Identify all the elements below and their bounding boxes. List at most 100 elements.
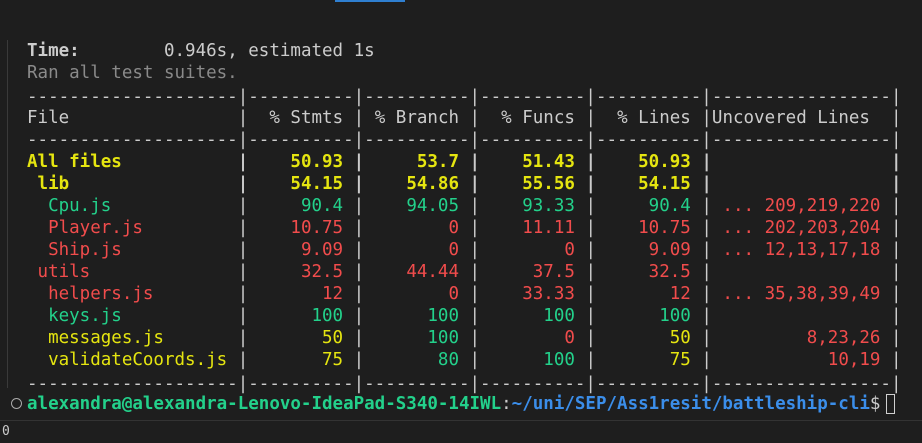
- header-stmts: | % Stmts | % Branch | % Funcs | % Lines…: [69, 108, 902, 128]
- cell-separator: |: [237, 218, 249, 238]
- status-bar: 0: [0, 420, 922, 443]
- cell-separator: |: [891, 306, 902, 326]
- row-uncovered: [712, 306, 891, 326]
- row-branch: 0: [364, 284, 470, 304]
- row-stmts: 75: [248, 350, 354, 370]
- cell-separator: |: [353, 196, 365, 216]
- table-row: lib | 54.15 | 54.86 | 55.56 | 54.15 | |: [27, 173, 902, 195]
- row-file-name: keys.js: [27, 306, 238, 326]
- row-stmts: 90.4: [248, 196, 354, 216]
- row-file-name: lib: [27, 174, 238, 194]
- cell-separator: |: [891, 284, 902, 304]
- cell-separator: |: [237, 174, 249, 194]
- cell-separator: |: [237, 196, 249, 216]
- row-lines: 75: [595, 350, 702, 370]
- cell-separator: |: [353, 284, 365, 304]
- cell-separator: |: [891, 262, 902, 282]
- row-stmts: 10.75: [248, 218, 354, 238]
- row-file-name: helpers.js: [27, 284, 238, 304]
- time-value: 0.946s, estimated 1s: [163, 41, 375, 61]
- header-sep: |: [353, 108, 365, 128]
- row-uncovered: ... 202,203,204: [711, 218, 892, 238]
- row-stmts: 50.93: [248, 152, 354, 172]
- table-separator-bottom: --------------------|----------|--------…: [27, 374, 902, 394]
- cell-separator: |: [469, 350, 481, 370]
- cell-separator: |: [891, 240, 902, 260]
- header-branch: % Branch: [364, 108, 470, 128]
- command-status-circle-icon: [11, 398, 22, 409]
- row-stmts: 12: [248, 284, 354, 304]
- table-row: validateCoords.js | 75 | 80 | 100 | 75 |…: [27, 349, 902, 371]
- header-uncovered: Uncovered Lines: [711, 108, 892, 128]
- row-file-name: Player.js: [27, 218, 238, 238]
- terminal-cursor: [886, 394, 896, 414]
- row-lines: 90.4: [595, 196, 702, 216]
- cell-separator: |: [891, 350, 902, 370]
- cell-separator: |: [469, 174, 481, 194]
- table-row: messages.js | 50 | 100 | 0 | 50 | 8,23,2…: [27, 327, 902, 349]
- cell-separator: |: [237, 284, 249, 304]
- cell-separator: |: [585, 240, 596, 260]
- row-branch: 0: [364, 218, 470, 238]
- table-separator-header: --------------------|----------|--------…: [27, 130, 902, 150]
- row-funcs: 0: [480, 328, 586, 348]
- row-branch: 94.05: [364, 196, 470, 216]
- header-file: File: [27, 108, 70, 128]
- row-uncovered: [712, 152, 891, 172]
- row-lines: 32.5: [595, 262, 702, 282]
- prompt-user-host: alexandra@alexandra-Lenovo-IdeaPad-S340-…: [27, 394, 502, 414]
- cell-separator: |: [469, 240, 481, 260]
- row-stmts: 9.09: [248, 240, 354, 260]
- row-uncovered: [712, 174, 891, 194]
- cell-separator: |: [353, 262, 365, 282]
- cell-separator: |: [585, 196, 596, 216]
- table-row: Player.js | 10.75 | 0 | 11.11 | 10.75 | …: [27, 217, 902, 239]
- row-branch: 54.86: [364, 174, 470, 194]
- row-file-name: Ship.js: [27, 240, 238, 260]
- shell-prompt[interactable]: alexandra@alexandra-Lenovo-IdeaPad-S340-…: [27, 393, 896, 415]
- row-lines: 50: [595, 328, 702, 348]
- cell-separator: |: [585, 218, 596, 238]
- table-row: All files | 50.93 | 53.7 | 51.43 | 50.93…: [27, 151, 902, 173]
- row-branch: 53.7: [364, 152, 470, 172]
- row-file-name: Cpu.js: [27, 196, 238, 216]
- row-stmts: 32.5: [248, 262, 354, 282]
- cell-separator: |: [353, 306, 365, 326]
- row-stmts: 100: [248, 306, 354, 326]
- cell-separator: |: [891, 196, 902, 216]
- cell-separator: |: [891, 152, 902, 172]
- cell-separator: |: [585, 306, 596, 326]
- cell-separator: |: [585, 262, 596, 282]
- row-uncovered: 8,23,26: [711, 328, 892, 348]
- header-sep: |: [585, 108, 596, 128]
- cell-separator: |: [701, 174, 712, 194]
- row-file-name: utils: [27, 262, 238, 282]
- row-lines: 12: [595, 284, 702, 304]
- row-funcs: 93.33: [480, 196, 586, 216]
- cell-separator: |: [353, 350, 365, 370]
- cell-separator: |: [585, 328, 596, 348]
- row-lines: 50.93: [595, 152, 702, 172]
- row-branch: 0: [364, 240, 470, 260]
- table-row: Ship.js | 9.09 | 0 | 0 | 9.09 | ... 12,1…: [27, 239, 902, 261]
- header-sep: |: [701, 108, 712, 128]
- row-branch: 100: [364, 306, 470, 326]
- row-stmts: 54.15: [248, 174, 354, 194]
- table-row: utils | 32.5 | 44.44 | 37.5 | 32.5 | |: [27, 261, 902, 283]
- header-sep: |: [469, 108, 481, 128]
- ran-all-text: Ran all test suites.: [27, 63, 238, 83]
- row-funcs: 51.43: [480, 152, 586, 172]
- cell-separator: |: [701, 196, 712, 216]
- table-row: helpers.js | 12 | 0 | 33.33 | 12 | ... 3…: [27, 283, 902, 305]
- table-row: keys.js | 100 | 100 | 100 | 100 | |: [27, 305, 902, 327]
- cell-separator: |: [237, 306, 249, 326]
- cell-separator: |: [469, 262, 481, 282]
- prompt-path: ~/uni/SEP/Ass1resit/battleship-cli: [511, 394, 870, 414]
- cell-separator: |: [891, 174, 902, 194]
- terminal-gutter-line: [7, 40, 8, 388]
- cell-separator: |: [469, 196, 481, 216]
- cell-separator: |: [701, 152, 712, 172]
- row-file-name: validateCoords.js: [27, 350, 238, 370]
- row-funcs: 55.56: [480, 174, 586, 194]
- status-bar-value: 0: [2, 424, 10, 439]
